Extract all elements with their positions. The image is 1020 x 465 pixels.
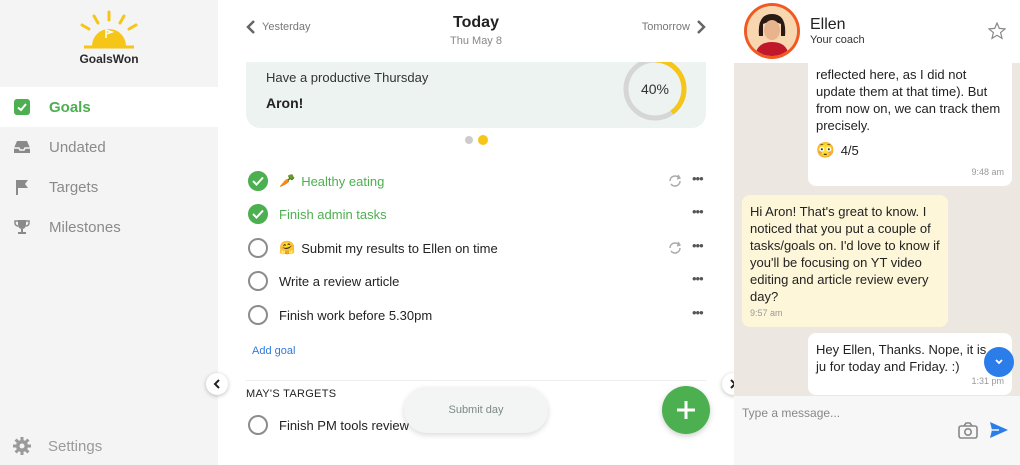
sidebar-item-label: Targets [49, 178, 99, 196]
star-icon[interactable] [988, 22, 1006, 40]
repeat-icon [669, 241, 682, 254]
greeting-text: Have a productive Thursday [266, 70, 429, 85]
task-title[interactable]: Finish admin tasks [279, 207, 387, 222]
sidebar-item-label: Goals [49, 98, 91, 116]
scroll-to-bottom-button[interactable] [984, 347, 1014, 377]
task-title[interactable]: Submit my results to Ellen on time [301, 241, 498, 256]
section-divider [246, 380, 706, 381]
goalswon-logo[interactable]: GoalsWon [72, 10, 146, 68]
avatar[interactable] [744, 3, 800, 59]
sidebar-item-milestones[interactable]: Milestones [0, 207, 218, 247]
logo-text: GoalsWon [79, 52, 139, 66]
goals-panel: Yesterday Today Thu May 8 Tomorrow Have … [206, 0, 744, 465]
flag-icon [13, 178, 31, 196]
app-root: GoalsWon Goals Undated Targets Milestone… [0, 0, 1020, 465]
chat-message-coach: Hi Aron! That's great to know. I noticed… [742, 195, 948, 327]
coach-role: Your coach [810, 34, 865, 46]
message-text: reflected here, as I did not update them… [816, 67, 1001, 133]
message-composer: Type a message... [734, 396, 1020, 465]
task-row: Finish admin tasks ••• [248, 199, 708, 229]
pager-dot[interactable] [465, 136, 473, 144]
carousel-pager [465, 135, 488, 145]
targets-section-title: MAY'S TARGETS [246, 388, 337, 400]
flushed-face-icon: 😳 [816, 142, 835, 159]
message-rating-value: 4/5 [840, 143, 859, 158]
coach-chat-panel: Ellen Your coach reflected here, as I di… [734, 0, 1020, 465]
send-icon[interactable] [989, 420, 1009, 440]
task-more-button[interactable]: ••• [692, 271, 704, 286]
progress-percentage: 40% [640, 81, 670, 97]
task-more-button[interactable]: ••• [692, 204, 704, 219]
coach-photo [747, 6, 797, 56]
task-more-button[interactable]: ••• [692, 305, 704, 320]
carrot-icon: 🥕 [279, 173, 296, 188]
message-timestamp: 9:48 am [971, 167, 1004, 177]
settings-button[interactable]: Settings [0, 432, 218, 460]
add-button[interactable] [662, 386, 710, 434]
task-more-button[interactable]: ••• [692, 171, 704, 186]
daily-progress-ring: 40% [622, 62, 688, 122]
task-checkbox[interactable] [248, 204, 268, 224]
task-checkbox[interactable] [248, 271, 268, 291]
repeat-icon [669, 174, 682, 187]
check-square-icon [13, 98, 31, 116]
sidebar-item-targets[interactable]: Targets [0, 167, 218, 207]
chevron-right-icon [697, 20, 706, 34]
sidebar-item-label: Milestones [49, 218, 121, 236]
target-title[interactable]: Finish PM tools review [279, 418, 409, 433]
task-checkbox[interactable] [248, 238, 268, 258]
task-row: Finish work before 5.30pm ••• [248, 300, 708, 330]
submit-day-button[interactable]: Submit day [404, 387, 548, 433]
chevron-left-icon [213, 379, 220, 389]
greeting-name: Aron! [266, 95, 304, 111]
chevron-down-icon [995, 359, 1003, 365]
chat-header: Ellen Your coach [734, 0, 1020, 63]
message-text: Hi Aron! That's great to know. I noticed… [750, 204, 940, 304]
trophy-icon [13, 218, 31, 236]
hugging-face-icon: 🤗 [279, 240, 296, 255]
page-title: Today [453, 14, 499, 31]
task-title[interactable]: Write a review article [279, 274, 399, 289]
settings-label: Settings [48, 437, 103, 455]
task-title[interactable]: Finish work before 5.30pm [279, 308, 432, 323]
plus-icon [677, 401, 695, 419]
date-navigation: Yesterday Today Thu May 8 Tomorrow [246, 10, 706, 50]
task-more-button[interactable]: ••• [692, 238, 704, 253]
pager-dot-active[interactable] [478, 135, 488, 145]
camera-icon[interactable] [958, 422, 978, 440]
inbox-icon [13, 138, 31, 156]
task-row: Write a review article ••• [248, 266, 708, 296]
gear-icon [12, 436, 32, 456]
sidebar-item-undated[interactable]: Undated [0, 127, 218, 167]
task-row: 🥕 Healthy eating ••• [248, 166, 708, 196]
target-checkbox[interactable] [248, 415, 268, 435]
chat-message-coach-reply: reflected here, as I did not update them… [808, 58, 1012, 186]
message-input[interactable]: Type a message... [742, 406, 840, 420]
task-checkbox[interactable] [248, 305, 268, 325]
add-goal-link[interactable]: Add goal [252, 345, 295, 357]
chat-message-user: Hey Ellen, Thanks. Nope, it is ju for to… [808, 333, 1012, 395]
sidebar: GoalsWon Goals Undated Targets Milestone… [0, 0, 218, 465]
collapse-sidebar-button[interactable] [206, 373, 228, 395]
sidebar-item-label: Undated [49, 138, 106, 156]
task-title[interactable]: Healthy eating [301, 174, 384, 189]
message-text: Hey Ellen, Thanks. Nope, it is ju for to… [816, 342, 987, 374]
sidebar-item-goals[interactable]: Goals [0, 87, 218, 127]
current-date: Thu May 8 [450, 35, 502, 47]
task-row: 🤗 Submit my results to Ellen on time ••• [248, 233, 708, 263]
greeting-card: Have a productive Thursday Aron! 40% [246, 62, 706, 128]
coach-name: Ellen [810, 16, 846, 33]
message-rating: 😳 4/5 [816, 142, 1004, 159]
check-icon [252, 176, 264, 186]
check-icon [252, 209, 264, 219]
message-timestamp: 9:57 am [750, 308, 783, 318]
next-day-button[interactable]: Tomorrow [642, 20, 706, 34]
task-checkbox[interactable] [248, 171, 268, 191]
next-day-label: Tomorrow [641, 21, 690, 33]
sun-logo-icon [80, 10, 138, 49]
